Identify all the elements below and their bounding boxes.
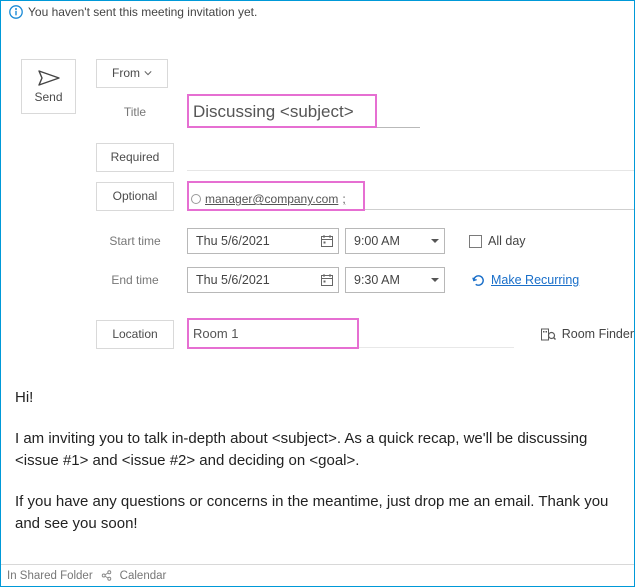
message-body[interactable]: Hi! I am inviting you to talk in-depth a… xyxy=(1,352,634,564)
recipient-email: manager@company.com xyxy=(205,192,338,206)
body-p3: If you have any questions or concerns in… xyxy=(15,491,622,536)
caret-down-icon xyxy=(430,275,440,285)
send-label: Send xyxy=(34,90,62,104)
required-field[interactable] xyxy=(187,143,634,171)
start-time-picker[interactable]: 9:00 AM xyxy=(345,228,445,254)
status-calendar: Calendar xyxy=(120,570,167,582)
end-time-value: 9:30 AM xyxy=(354,273,400,287)
body-p1: Hi! xyxy=(15,387,622,410)
send-icon xyxy=(38,70,60,86)
required-button[interactable]: Required xyxy=(96,143,174,172)
body-p2: I am inviting you to talk in-depth about… xyxy=(15,428,622,473)
send-button[interactable]: Send xyxy=(21,59,76,114)
checkbox-box[interactable] xyxy=(469,235,482,248)
chevron-down-icon xyxy=(144,66,152,80)
send-column: Send xyxy=(1,27,96,352)
calendar-icon xyxy=(320,273,334,287)
start-time-value: 9:00 AM xyxy=(354,234,400,248)
caret-down-icon xyxy=(430,236,440,246)
make-recurring-label: Make Recurring xyxy=(491,273,579,287)
from-label: From xyxy=(112,66,140,80)
location-input[interactable] xyxy=(187,320,355,348)
location-button[interactable]: Location xyxy=(96,320,174,349)
info-bar: You haven't sent this meeting invitation… xyxy=(1,1,634,27)
start-date-picker[interactable]: Thu 5/6/2021 xyxy=(187,228,339,254)
title-label: Title xyxy=(96,105,174,119)
optional-button[interactable]: Optional xyxy=(96,182,174,211)
status-folder: In Shared Folder xyxy=(7,570,93,582)
start-time-label: Start time xyxy=(96,234,174,248)
required-label: Required xyxy=(111,150,160,164)
make-recurring-link[interactable]: Make Recurring xyxy=(471,273,579,288)
all-day-checkbox[interactable]: All day xyxy=(469,234,526,248)
room-finder-label: Room Finder xyxy=(562,327,634,341)
share-icon xyxy=(100,569,113,582)
recipient-chip[interactable]: manager@company.com; xyxy=(187,192,346,206)
optional-label: Optional xyxy=(113,189,158,203)
status-bar: In Shared Folder Calendar xyxy=(1,564,634,586)
form-area: Send From Title xyxy=(1,27,634,352)
end-date-value: Thu 5/6/2021 xyxy=(196,273,270,287)
calendar-icon xyxy=(320,234,334,248)
start-date-value: Thu 5/6/2021 xyxy=(196,234,270,248)
presence-icon xyxy=(191,194,201,204)
title-input[interactable] xyxy=(187,96,420,128)
location-field-rest[interactable] xyxy=(355,320,514,348)
location-label: Location xyxy=(112,327,157,341)
meeting-compose-window: You haven't sent this meeting invitation… xyxy=(0,0,635,587)
info-icon xyxy=(9,5,23,19)
all-day-label: All day xyxy=(488,234,526,248)
end-time-label: End time xyxy=(96,273,174,287)
end-time-picker[interactable]: 9:30 AM xyxy=(345,267,445,293)
end-date-picker[interactable]: Thu 5/6/2021 xyxy=(187,267,339,293)
room-finder-button[interactable]: Room Finder xyxy=(540,326,634,342)
optional-field[interactable]: manager@company.com; xyxy=(187,182,634,210)
info-text: You haven't sent this meeting invitation… xyxy=(28,5,257,19)
form-fields: From Title Required xyxy=(96,27,634,352)
from-button[interactable]: From xyxy=(96,59,168,88)
